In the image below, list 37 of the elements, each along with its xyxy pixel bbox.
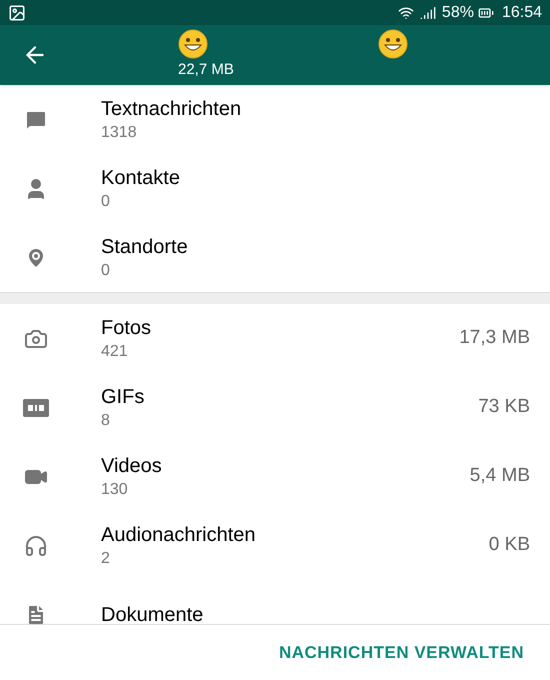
item-count: 0 xyxy=(101,192,111,212)
category-label: Textnachrichten xyxy=(101,96,242,122)
size-label: 5,4 MB xyxy=(470,464,530,488)
gif-icon xyxy=(23,398,49,416)
total-size: 22,7 MB xyxy=(178,60,235,80)
size-label: 0 KB xyxy=(488,533,530,558)
category-label: Audionachrichten xyxy=(101,522,257,548)
clock: 16:54 xyxy=(502,2,542,22)
category-label: Dokumente xyxy=(101,602,204,624)
item-count: 130 xyxy=(101,480,129,500)
storage-row[interactable]: Kontakte 0 xyxy=(0,154,550,223)
smiley-icon xyxy=(178,28,208,59)
headphones-icon xyxy=(24,534,48,558)
category-label: Standorte xyxy=(101,234,189,260)
wifi-icon xyxy=(398,4,414,20)
category-label: Videos xyxy=(101,454,163,478)
category-label: Kontakte xyxy=(101,166,181,190)
manage-messages-button[interactable]: NACHRICHTEN VERWALTEN xyxy=(278,640,524,666)
size-label: 17,3 MB xyxy=(459,326,530,350)
item-count: 8 xyxy=(101,410,111,430)
battery-percent: 58% xyxy=(442,2,474,22)
category-label: GIFs xyxy=(101,384,146,410)
item-count: 2 xyxy=(101,548,111,568)
storage-row[interactable]: Textnachrichten 1318 xyxy=(0,85,550,154)
item-count: 1318 xyxy=(101,122,138,142)
signal-icon xyxy=(420,4,436,20)
storage-row[interactable]: GIFs 8 73 KB xyxy=(0,373,550,442)
item-count: 0 xyxy=(101,260,111,280)
image-notification-icon xyxy=(8,4,26,22)
storage-row[interactable]: Standorte 0 xyxy=(0,223,550,292)
storage-row[interactable]: Fotos 421 17,3 MB xyxy=(0,304,550,373)
smiley-icon xyxy=(378,28,408,59)
storage-row[interactable]: Videos 130 5,4 MB xyxy=(0,442,550,511)
size-label: 73 KB xyxy=(478,395,530,420)
category-label: Fotos xyxy=(101,316,152,340)
storage-row[interactable]: Audionachrichten 2 0 KB xyxy=(0,511,550,580)
item-count: 421 xyxy=(101,342,129,362)
